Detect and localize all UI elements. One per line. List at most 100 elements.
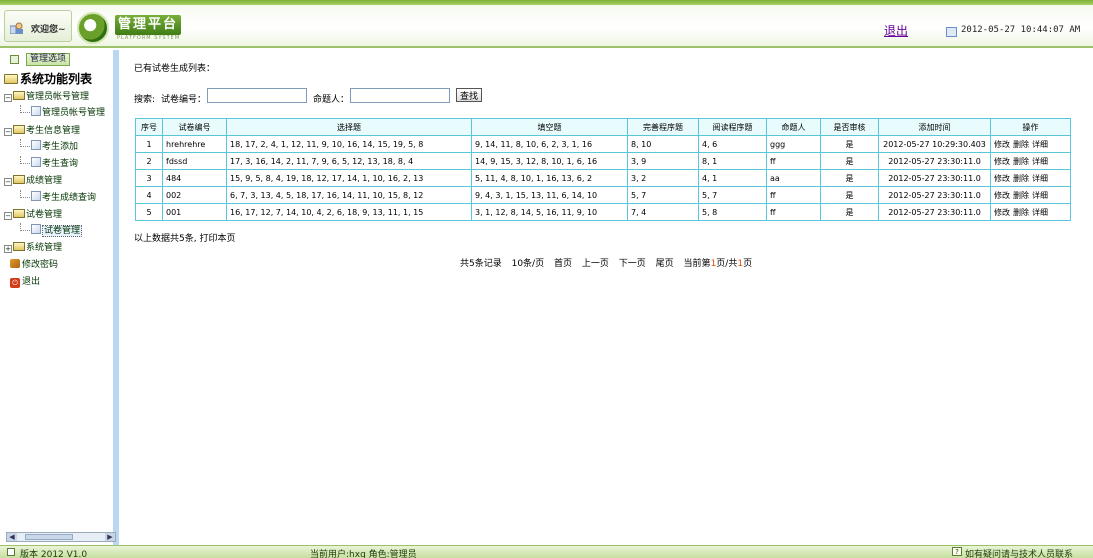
welcome-box: 欢迎您~ xyxy=(4,10,72,42)
page-title: 已有试卷生成列表： xyxy=(134,64,216,74)
delete-link[interactable]: 删除 xyxy=(1013,208,1029,217)
row-actions: 修改 删除 详细 xyxy=(990,152,1071,170)
tree-group-admin-account[interactable]: − 管理员帐号管理 xyxy=(4,89,89,102)
delete-link[interactable]: 删除 xyxy=(1013,174,1029,183)
tree-item-score-query[interactable]: 考生成绩查询 xyxy=(20,190,96,203)
collapse-icon[interactable]: − xyxy=(4,94,12,102)
per-page: 10条/页 xyxy=(511,259,545,269)
column-header: 添加时间 xyxy=(878,118,991,136)
paper-no-input[interactable] xyxy=(207,88,307,103)
folder-icon xyxy=(13,242,25,251)
row-actions: 修改 删除 详细 xyxy=(990,203,1071,221)
column-header: 试卷编号 xyxy=(162,118,227,136)
next-page-link[interactable]: 下一页 xyxy=(619,259,646,269)
datetime-display: 2012-05-27 10:44:07 AM xyxy=(961,25,1081,35)
tree-group-student-info[interactable]: − 考生信息管理 xyxy=(4,123,80,136)
tree-root[interactable]: 系统功能列表 xyxy=(4,70,92,87)
tree-item-student-query[interactable]: 考生查询 xyxy=(20,156,78,169)
scroll-right-icon[interactable]: ▶ xyxy=(105,533,115,541)
column-header: 命题人 xyxy=(766,118,821,136)
last-page-link[interactable]: 尾页 xyxy=(656,259,674,269)
detail-link[interactable]: 详细 xyxy=(1032,140,1048,149)
logout-link[interactable]: 退出 xyxy=(884,22,908,39)
scrollbar-thumb[interactable] xyxy=(25,534,73,540)
detail-link[interactable]: 详细 xyxy=(1032,174,1048,183)
edit-link[interactable]: 修改 xyxy=(994,191,1010,200)
tree-group-score[interactable]: − 成绩管理 xyxy=(4,173,62,186)
key-icon xyxy=(10,259,20,268)
first-page-link[interactable]: 首页 xyxy=(554,259,572,269)
folder-icon xyxy=(13,125,25,134)
page-edit-icon xyxy=(31,224,41,234)
tree-group-paper[interactable]: − 试卷管理 xyxy=(4,207,62,220)
column-header: 选择题 xyxy=(226,118,472,136)
footer: 版本 2012 V1.0 当前用户:hxg 角色:管理员 ? 如有疑问请与技术人… xyxy=(0,545,1093,558)
table-row: 4 002 6, 7, 3, 13, 4, 5, 18, 17, 16, 14,… xyxy=(135,186,1071,204)
menu-icon xyxy=(10,55,19,64)
folder-icon xyxy=(13,209,25,218)
main-content: 已有试卷生成列表： 搜索: 试卷编号： 命题人： 查找 序号 试卷编号 选择题 … xyxy=(125,50,1093,545)
delete-link[interactable]: 删除 xyxy=(1013,140,1029,149)
prev-page-link[interactable]: 上一页 xyxy=(582,259,609,269)
sidebar-horizontal-scrollbar[interactable]: ◀ ▶ xyxy=(6,532,116,542)
header: 欢迎您~ 管理平台 PLATFORM SYSTEM 退出 2012-05-27 … xyxy=(0,0,1093,48)
summary-text: 以上数据共5条, 打印本页 xyxy=(134,234,236,244)
search-button[interactable]: 查找 xyxy=(456,88,483,102)
user-icon xyxy=(10,22,23,34)
delete-link[interactable]: 删除 xyxy=(1013,191,1029,200)
page-edit-icon xyxy=(31,140,41,150)
expand-icon[interactable]: + xyxy=(4,245,12,253)
detail-link[interactable]: 详细 xyxy=(1032,157,1048,166)
tree-root-label: 系统功能列表 xyxy=(20,72,93,86)
row-actions: 修改 删除 详细 xyxy=(990,135,1071,153)
help-icon: ? xyxy=(952,547,962,556)
edit-link[interactable]: 修改 xyxy=(994,174,1010,183)
delete-link[interactable]: 删除 xyxy=(1013,157,1029,166)
detail-link[interactable]: 详细 xyxy=(1032,208,1048,217)
collapse-icon[interactable]: − xyxy=(4,212,12,220)
pagination: 共5条记录 10条/页 首页 上一页 下一页 尾页 当前第1页/共1页 xyxy=(460,256,752,269)
tree-item-logout[interactable]: ⏻ 退出 xyxy=(10,274,40,288)
logo-icon xyxy=(77,12,109,44)
edit-link[interactable]: 修改 xyxy=(994,140,1010,149)
table-row: 1 hrehrehre 18, 17, 2, 4, 1, 12, 11, 9, … xyxy=(135,135,1071,153)
author-label: 命题人： xyxy=(313,95,350,105)
table-row: 3 484 15, 9, 5, 8, 4, 19, 18, 12, 17, 14… xyxy=(135,169,1071,187)
page-edit-icon xyxy=(31,157,41,167)
edit-link[interactable]: 修改 xyxy=(994,157,1010,166)
row-actions: 修改 删除 详细 xyxy=(990,186,1071,204)
scroll-left-icon[interactable]: ◀ xyxy=(7,533,17,541)
column-header: 填空题 xyxy=(471,118,628,136)
tree-group-system[interactable]: + 系统管理 xyxy=(4,240,62,253)
collapse-icon[interactable]: − xyxy=(4,128,12,136)
tree-item-student-add[interactable]: 考生添加 xyxy=(20,139,78,152)
column-header: 是否审核 xyxy=(820,118,879,136)
tree-item-admin-account[interactable]: 管理员帐号管理 xyxy=(20,105,105,118)
page-edit-icon xyxy=(31,106,41,116)
logo-subtitle: PLATFORM SYSTEM xyxy=(117,35,181,41)
folder-open-icon xyxy=(4,74,18,84)
author-input[interactable] xyxy=(350,88,450,103)
collapse-icon[interactable]: − xyxy=(4,178,12,186)
table-header-row: 序号 试卷编号 选择题 填空题 完善程序题 阅读程序题 命题人 是否审核 添加时… xyxy=(135,118,1071,136)
column-header: 操作 xyxy=(990,118,1071,136)
page-indicator: 当前第1页/共1页 xyxy=(683,259,753,269)
row-actions: 修改 删除 详细 xyxy=(990,169,1071,187)
sidebar: 管理选项 系统功能列表 − 管理员帐号管理 管理员帐号管理 − 考生信息管理 考生添… xyxy=(0,50,119,545)
edit-link[interactable]: 修改 xyxy=(994,208,1010,217)
manage-options-button[interactable]: 管理选项 xyxy=(26,53,71,66)
calendar-icon xyxy=(946,27,957,37)
total-records: 共5条记录 xyxy=(460,259,502,269)
version-text: 版本 2012 V1.0 xyxy=(20,550,88,558)
column-header: 序号 xyxy=(135,118,163,136)
paper-no-label: 试卷编号： xyxy=(161,95,207,105)
header-top-stripe xyxy=(0,0,1093,5)
detail-link[interactable]: 详细 xyxy=(1032,191,1048,200)
tree-item-paper-manage[interactable]: 试卷管理 xyxy=(20,223,83,237)
tree-item-change-password[interactable]: 修改密码 xyxy=(10,257,58,270)
table-row: 5 001 16, 17, 12, 7, 14, 10, 4, 2, 6, 18… xyxy=(135,203,1071,221)
version-icon xyxy=(7,548,15,556)
table-row: 2 fdssd 17, 3, 16, 14, 2, 11, 7, 9, 6, 5… xyxy=(135,152,1071,170)
folder-icon xyxy=(13,91,25,100)
paper-table: 序号 试卷编号 选择题 填空题 完善程序题 阅读程序题 命题人 是否审核 添加时… xyxy=(135,118,1071,221)
